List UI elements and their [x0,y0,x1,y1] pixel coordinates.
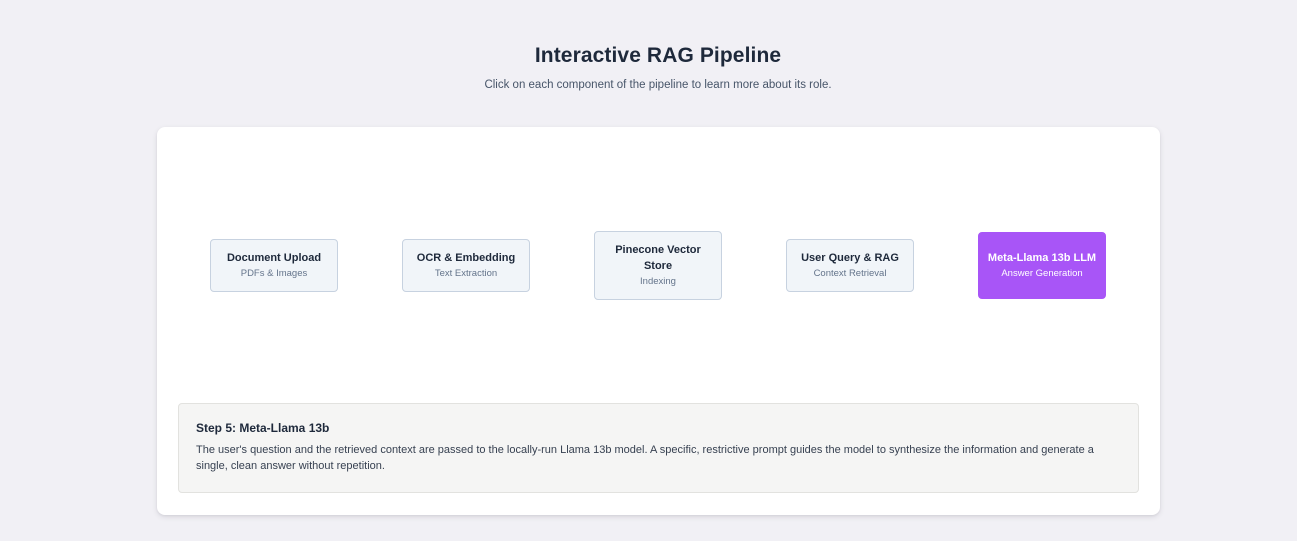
node-title: Meta-Llama 13b LLM [987,252,1097,264]
pipeline-node-ocr-embedding[interactable]: OCR & Embedding Text Extraction [402,239,530,292]
pipeline-card: Document Upload PDFs & Images OCR & Embe… [157,127,1160,515]
node-title: Pinecone Vector Store [615,244,701,272]
step-details-text: The user's question and the retrieved co… [196,444,1094,472]
step-details-title: Step 5: Meta-Llama 13b [196,421,330,435]
node-subtitle: Indexing [640,276,676,287]
pipeline-node-document-upload[interactable]: Document Upload PDFs & Images [210,239,338,292]
pipeline-diagram: Document Upload PDFs & Images OCR & Embe… [157,127,1160,403]
page: Interactive RAG Pipeline Click on each c… [0,0,1297,541]
page-subtitle: Click on each component of the pipeline … [484,79,832,91]
node-subtitle: PDFs & Images [240,268,308,279]
node-subtitle: Text Extraction [434,268,498,279]
step-details-panel: Step 5: Meta-Llama 13b The user's questi… [178,403,1139,493]
page-title: Interactive RAG Pipeline [534,44,782,67]
node-title: OCR & Embedding [416,252,516,264]
node-subtitle: Context Retrieval [813,268,887,279]
node-title: User Query & RAG [801,252,899,264]
node-subtitle: Answer Generation [1001,268,1083,279]
pipeline-node-meta-llama-llm[interactable]: Meta-Llama 13b LLM Answer Generation [978,232,1106,299]
node-title: Document Upload [226,252,322,264]
pipeline-node-pinecone-vector-store[interactable]: Pinecone Vector Store Indexing [594,231,722,300]
pipeline-node-user-query-rag[interactable]: User Query & RAG Context Retrieval [786,239,914,292]
